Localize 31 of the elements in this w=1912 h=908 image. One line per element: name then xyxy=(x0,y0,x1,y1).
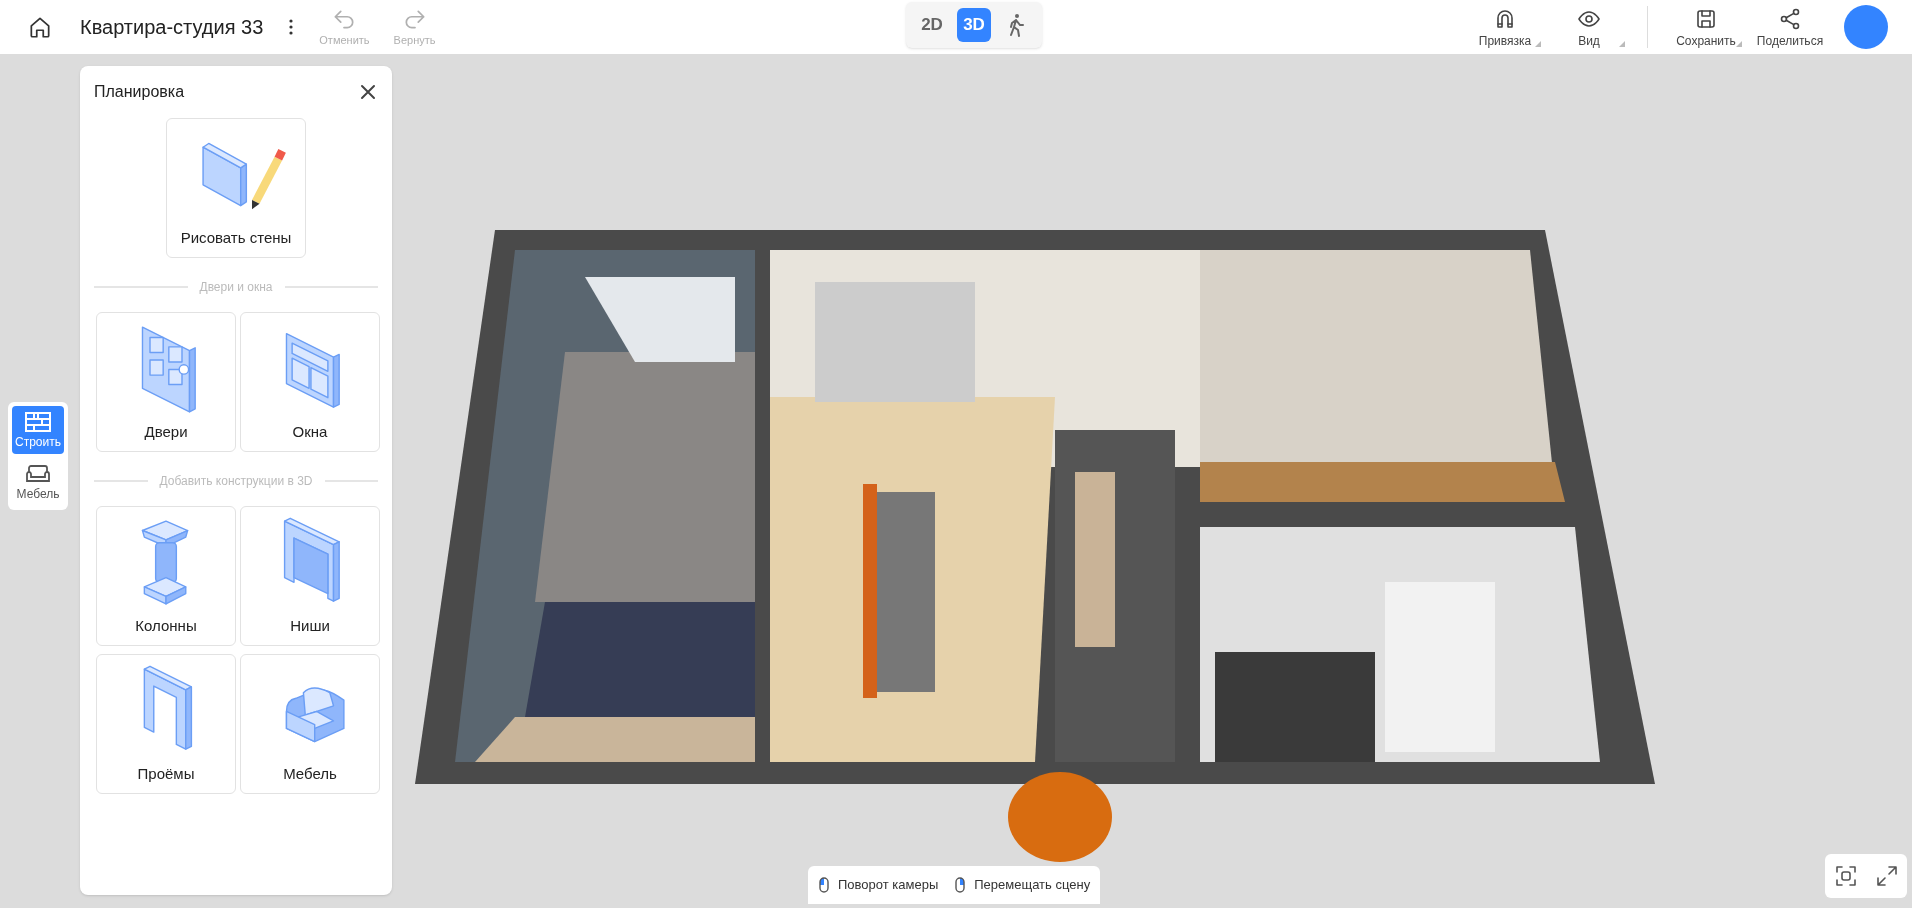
control-hint: Перемещать сцену xyxy=(974,876,1091,895)
sofa-icon xyxy=(25,464,51,484)
tool-card[interactable]: Рисовать стены xyxy=(166,118,306,258)
tool-card[interactable]: Двери xyxy=(96,312,236,452)
view-mode-tab[interactable]: 3D xyxy=(957,8,991,42)
view-mode-tab[interactable]: 2D xyxy=(915,8,949,42)
panel-title: Планировка xyxy=(94,82,185,102)
brick-wall-icon xyxy=(25,412,51,432)
save-button[interactable]: Сохранить xyxy=(1664,7,1748,47)
snap-button[interactable]: Привязка xyxy=(1463,7,1547,47)
share-button[interactable]: Поделиться xyxy=(1748,7,1832,47)
share-icon xyxy=(1778,7,1802,31)
mouse-icon xyxy=(954,876,967,894)
focus-icon[interactable] xyxy=(1833,864,1858,888)
rail-tab[interactable]: Строить xyxy=(12,406,64,454)
control-hint: Поворот камеры xyxy=(838,876,939,895)
tool-card[interactable]: Мебель xyxy=(240,654,380,794)
mouse-icon xyxy=(818,876,830,894)
tool-card[interactable]: Окна xyxy=(240,312,380,452)
fullscreen-icon[interactable] xyxy=(1874,864,1899,888)
tool-card[interactable]: Колонны xyxy=(96,506,236,646)
close-icon[interactable] xyxy=(358,82,378,102)
view-button[interactable]: Вид xyxy=(1547,7,1631,47)
rail-tab[interactable]: Мебель xyxy=(12,458,64,506)
user-avatar[interactable] xyxy=(1844,5,1888,49)
tool-card[interactable]: Проёмы xyxy=(96,654,236,794)
project-title: Квартира-студия 33 xyxy=(80,15,264,40)
tool-card[interactable]: Ниши xyxy=(240,506,380,646)
save-icon xyxy=(1694,7,1718,31)
section-heading: Двери и окна xyxy=(199,279,273,296)
section-heading: Добавить конструкции в 3D xyxy=(159,473,313,490)
